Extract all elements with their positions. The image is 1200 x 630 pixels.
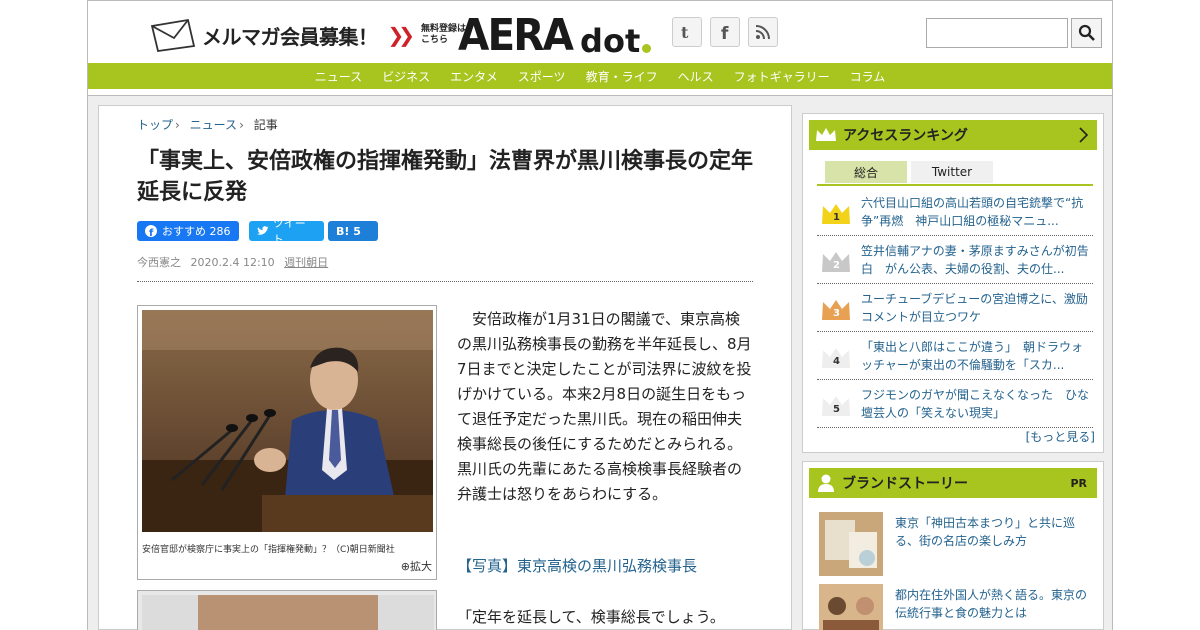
pr-badge: PR [1070, 476, 1087, 490]
article-body: 安倍政権が1月31日の閣議で、東京高検の黒川弘務検事長の勤務を半年延長し、8月7… [457, 310, 752, 503]
brand-story-item[interactable]: 東京「神田古本まつり」と共に巡る、街の名店の楽しみ方 [819, 512, 1095, 578]
photo-link[interactable]: 【写真】東京高検の黒川弘務検事長 [457, 555, 697, 576]
story-thumbnail [819, 584, 883, 630]
global-nav: ニュース ビジネス エンタメ スポーツ 教育・ライフ ヘルス フォトギャラリー … [88, 63, 1112, 89]
ranking-item[interactable]: 2 笠井信輔アナの妻・茅原ますみさんが初告白 がん公表、夫婦の役割、夫の仕... [817, 236, 1093, 284]
nav-item-news[interactable]: ニュース [315, 68, 362, 85]
photo-caption: 安倍官邸が検察庁に事実上の「指揮権発動」？（C)朝日新聞社 [142, 545, 395, 555]
brand-story-item[interactable]: 都内在住外国人が熱く語る。東京の伝統行事と食の魅力とは [819, 584, 1095, 630]
breadcrumb-top[interactable]: トップ [137, 118, 173, 132]
person-icon [818, 474, 834, 492]
ranking-item[interactable]: 4 「東出と八郎はここが違う」 朝ドラウォッチャーが東出の不倫騒動を「スカ... [817, 332, 1093, 380]
nav-item-business[interactable]: ビジネス [382, 68, 430, 85]
nav-item-photo[interactable]: フォトギャラリー [734, 68, 830, 85]
chevron-right-icon: › [175, 118, 180, 132]
article-meta: 今西憲之 2020.2.4 12:10 週刊朝日 [137, 254, 328, 270]
mailmag-label: メルマガ会員募集！ [202, 24, 378, 49]
facebook-share-button[interactable]: f おすすめ 286 [137, 221, 239, 241]
ranking-header[interactable]: アクセスランキング [809, 120, 1097, 150]
nav-item-health[interactable]: ヘルス [678, 68, 714, 85]
hatena-bookmark-button[interactable]: B! 5 [328, 221, 378, 241]
zoom-button[interactable]: ⊕拡大 [401, 558, 432, 574]
main-figure[interactable]: 安倍官邸が検察庁に事実上の「指揮権発動」？（C)朝日新聞社 ⊕拡大 [137, 305, 437, 580]
tab-overall[interactable]: 総合 [825, 161, 907, 183]
article-quote: 「定年を延長して、検事総長でしょう。 [457, 608, 725, 626]
search-icon [1078, 24, 1095, 41]
nav-item-entame[interactable]: エンタメ [450, 68, 498, 85]
publication-link[interactable]: 週刊朝日 [284, 256, 328, 269]
article-title: 「事実上、安倍政権の指揮権発動」法曹界が黒川検事長の定年延長に反発 [137, 149, 754, 205]
article-panel: トップ › ニュース › 記事 「事実上、安倍政権の指揮権発動」法曹界が黒川検事長の… [98, 105, 792, 630]
mailmag-banner[interactable]: メルマガ会員募集！ ❯❯ 無料登録は こちら [148, 17, 466, 53]
nav-item-column[interactable]: コラム [850, 68, 886, 85]
logo-dot-mark [642, 44, 652, 53]
tab-twitter[interactable]: Twitter [911, 161, 993, 183]
brand-story-panel: ブランドストーリー PR 東京「神田古本まつり」と共に巡る、街の名店の楽しみ方 … [802, 461, 1104, 630]
breadcrumb: トップ › ニュース › 記事 [137, 116, 278, 133]
story-thumbnail [819, 512, 883, 576]
envelope-icon [148, 18, 198, 53]
page: メルマガ会員募集！ ❯❯ 無料登録は こちら AERA dot t f ニュース… [87, 0, 1113, 630]
search-input[interactable] [926, 18, 1068, 48]
brand-story-header: ブランドストーリー PR [809, 468, 1097, 498]
second-figure[interactable] [137, 590, 437, 630]
search-button[interactable] [1071, 18, 1102, 48]
nav-item-sports[interactable]: スポーツ [518, 68, 566, 85]
ranking-item[interactable]: 3 ユーチューブデビューの宮迫博之に、激励コメントが目立つワケ [817, 284, 1093, 332]
access-ranking-panel: アクセスランキング 総合 Twitter 1 六代目山口組の高山若頭の自宅銃撃で… [802, 113, 1104, 453]
svg-text:t: t [681, 23, 689, 41]
more-link[interactable]: [もっと見る] [1026, 428, 1095, 445]
double-chevron-icon: ❯❯ [387, 23, 415, 47]
twitter-icon[interactable]: t [672, 17, 702, 47]
svg-text:f: f [721, 24, 729, 41]
zoom-in-icon: ⊕ [400, 560, 410, 573]
breadcrumb-current: 記事 [253, 118, 278, 132]
ranking-tabs: 総合 Twitter [825, 161, 997, 183]
nav-item-education[interactable]: 教育・ライフ [586, 68, 658, 85]
site-logo[interactable]: AERA dot [458, 9, 652, 59]
rss-icon[interactable] [748, 17, 778, 47]
article-photo[interactable] [142, 310, 433, 532]
facebook-icon: f [145, 225, 157, 237]
crown-icon [816, 128, 836, 141]
tab-underline [817, 184, 1093, 186]
publish-date: 2020.2.4 12:10 [190, 256, 275, 269]
svg-text:f: f [149, 228, 154, 237]
tweet-button[interactable]: ツイート [249, 217, 324, 246]
breadcrumb-news[interactable]: ニュース [190, 118, 237, 132]
divider [137, 281, 753, 282]
ranking-item[interactable]: 1 六代目山口組の高山若頭の自宅銃撃で“抗争”再燃 神戸山口組の極秘マニュ... [817, 188, 1093, 236]
site-header: メルマガ会員募集！ ❯❯ 無料登録は こちら AERA dot t f [88, 0, 1112, 63]
twitter-bird-icon [257, 226, 269, 235]
author: 今西憲之 [137, 256, 181, 269]
ranking-item[interactable]: 5 フジモンのガヤが聞こえなくなった ひな壇芸人の「笑えない現実」 [817, 380, 1093, 428]
chevron-right-icon [1079, 127, 1089, 143]
chevron-right-icon: › [239, 118, 244, 132]
facebook-icon[interactable]: f [710, 17, 740, 47]
